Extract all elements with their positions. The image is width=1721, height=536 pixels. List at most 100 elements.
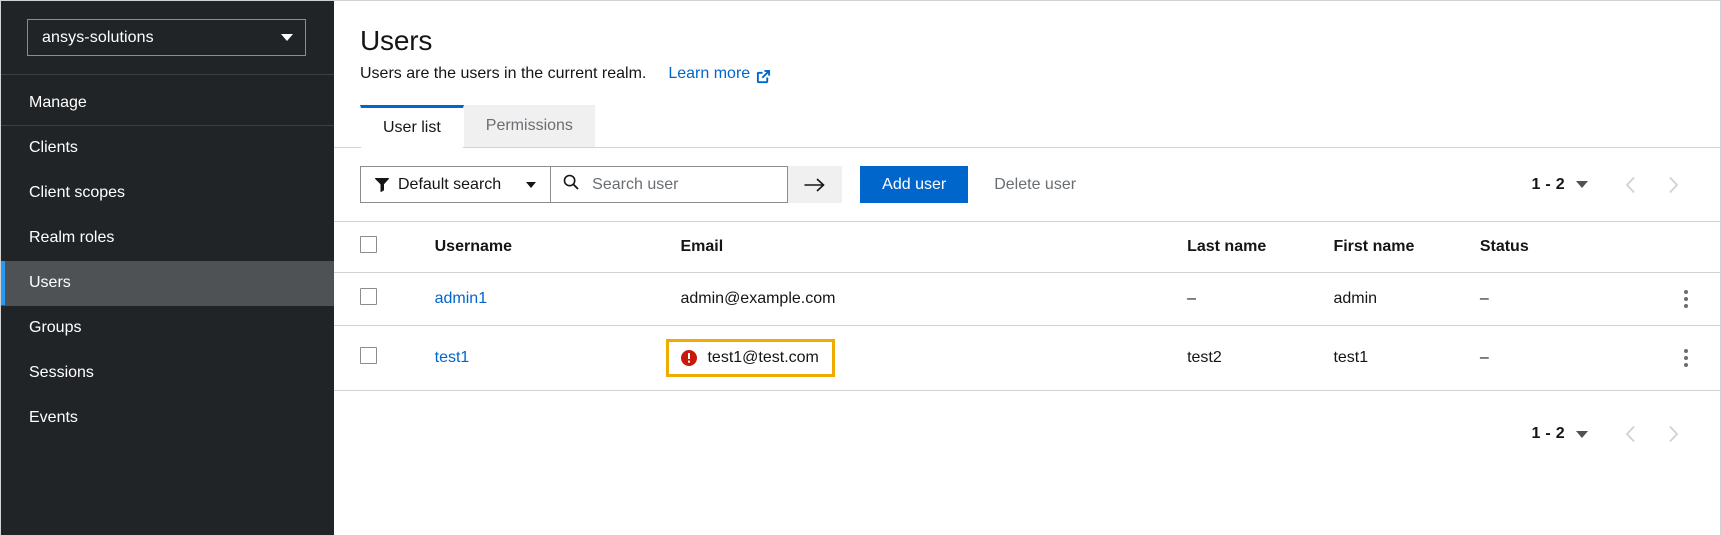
sidebar-item-label: Client scopes (29, 184, 126, 201)
cell-email: admin@example.com (680, 272, 1188, 326)
row-checkbox[interactable] (360, 288, 377, 305)
sidebar-item-label: Manage (29, 94, 87, 111)
cell-actions (1651, 325, 1720, 391)
chevron-right-icon (1669, 176, 1679, 193)
kebab-menu-icon[interactable] (1651, 345, 1720, 371)
column-header-email: Email (680, 222, 1188, 273)
search-submit-button[interactable] (788, 166, 843, 203)
sidebar-item-label: Users (29, 274, 71, 291)
realm-selector-value: ansys-solutions (42, 28, 154, 46)
filter-icon (375, 177, 389, 192)
pagination-range: 1 - 2 (1531, 425, 1565, 442)
tab-bar: User list Permissions (334, 105, 1720, 148)
sidebar: ansys-solutions Manage Clients Client sc… (1, 1, 334, 535)
chevron-right-icon (1669, 425, 1679, 443)
column-header-last-name: Last name (1187, 222, 1334, 273)
sidebar-item-label: Sessions (29, 364, 94, 381)
page-title: Users (360, 25, 433, 56)
toolbar: Default search Add user D (334, 148, 1720, 222)
pagination-top: 1 - 2 (1531, 167, 1694, 203)
pagination-next-button[interactable] (1652, 416, 1694, 452)
delete-user-button[interactable]: Delete user (994, 176, 1076, 194)
search-input[interactable] (590, 174, 776, 195)
users-table-head: Username Email Last name First name Stat… (334, 222, 1720, 273)
sidebar-item-label: Groups (29, 319, 82, 336)
cell-last-name: test2 (1187, 325, 1334, 391)
search-input-container (550, 166, 789, 203)
sidebar-item-label: Clients (29, 139, 78, 156)
search-type-label: Default search (398, 175, 502, 193)
cell-first-name: test1 (1333, 325, 1480, 391)
sidebar-item-label: Events (29, 409, 78, 426)
column-header-username: Username (434, 222, 681, 273)
cell-first-name: admin (1333, 272, 1480, 326)
external-link-icon (756, 69, 771, 84)
tab-user-list[interactable]: User list (360, 105, 464, 148)
arrow-right-icon (804, 177, 825, 192)
row-checkbox[interactable] (360, 347, 377, 364)
realm-selector-container: ansys-solutions (1, 1, 334, 75)
page-subtitle: Users are the users in the current realm… (360, 65, 647, 82)
chevron-left-icon (1625, 176, 1635, 193)
select-all-checkbox[interactable] (360, 236, 377, 253)
username-link[interactable]: test1 (435, 349, 470, 366)
sidebar-item-clients[interactable]: Clients (1, 126, 334, 171)
username-link[interactable]: admin1 (435, 290, 487, 307)
email-value: test1@test.com (707, 349, 819, 366)
select-all-header (334, 222, 435, 273)
row-select-cell (334, 325, 435, 391)
sidebar-item-groups[interactable]: Groups (1, 306, 334, 351)
sidebar-item-users[interactable]: Users (1, 261, 334, 306)
chevron-down-icon (281, 34, 293, 41)
cell-actions (1651, 272, 1720, 326)
pagination-prev-button[interactable] (1610, 167, 1652, 203)
users-table: Username Email Last name First name Stat… (334, 222, 1720, 391)
pagination-next-button[interactable] (1652, 167, 1694, 203)
pagination-bottom-container: 1 - 2 (334, 391, 1720, 452)
column-header-first-name: First name (1333, 222, 1480, 273)
email-highlight-box: test1@test.com (666, 339, 835, 377)
page-subtitle-row: Users are the users in the current realm… (360, 65, 1696, 83)
chevron-left-icon (1625, 425, 1635, 443)
learn-more-label: Learn more (668, 65, 751, 82)
add-user-button[interactable]: Add user (860, 166, 969, 203)
users-table-container: Username Email Last name First name Stat… (334, 222, 1720, 535)
pagination-range: 1 - 2 (1531, 175, 1565, 193)
row-select-cell (334, 272, 435, 326)
tab-label: User list (383, 119, 441, 136)
cell-username: test1 (434, 325, 681, 391)
table-row: admin1 admin@example.com – admin – (334, 272, 1720, 326)
sidebar-item-label: Realm roles (29, 229, 115, 246)
learn-more-link[interactable]: Learn more (668, 65, 771, 83)
error-circle-icon (680, 349, 698, 367)
sidebar-item-realm-roles[interactable]: Realm roles (1, 216, 334, 261)
sidebar-item-events[interactable]: Events (1, 396, 334, 441)
main-content: Users Users are the users in the current… (334, 1, 1720, 535)
column-header-actions (1651, 222, 1720, 273)
chevron-down-icon (526, 181, 537, 188)
pagination-prev-button[interactable] (1610, 416, 1652, 452)
sidebar-item-manage[interactable]: Manage (1, 81, 334, 126)
column-header-status: Status (1479, 222, 1652, 273)
chevron-down-icon[interactable] (1576, 430, 1588, 438)
cell-status: – (1479, 325, 1652, 391)
cell-status: – (1479, 272, 1652, 326)
cell-username: admin1 (434, 272, 681, 326)
sidebar-item-sessions[interactable]: Sessions (1, 351, 334, 396)
table-row: test1 test1@test.com test2 test1 – (334, 325, 1720, 391)
users-table-body: admin1 admin@example.com – admin – test1… (334, 272, 1720, 391)
realm-selector[interactable]: ansys-solutions (27, 19, 306, 56)
page-header: Users Users are the users in the current… (334, 1, 1720, 83)
cell-email: test1@test.com (666, 325, 1188, 391)
kebab-menu-icon[interactable] (1651, 286, 1720, 312)
sidebar-nav: Manage Clients Client scopes Realm roles… (1, 75, 334, 441)
tab-permissions[interactable]: Permissions (463, 105, 595, 147)
search-type-dropdown[interactable]: Default search (360, 166, 551, 203)
cell-last-name: – (1187, 272, 1334, 326)
sidebar-item-client-scopes[interactable]: Client scopes (1, 171, 334, 216)
pagination-bottom: 1 - 2 (1531, 416, 1694, 452)
chevron-down-icon[interactable] (1576, 181, 1588, 188)
app-window: ansys-solutions Manage Clients Client sc… (0, 0, 1721, 536)
tab-label: Permissions (485, 117, 573, 134)
table-header-row: Username Email Last name First name Stat… (334, 222, 1720, 273)
